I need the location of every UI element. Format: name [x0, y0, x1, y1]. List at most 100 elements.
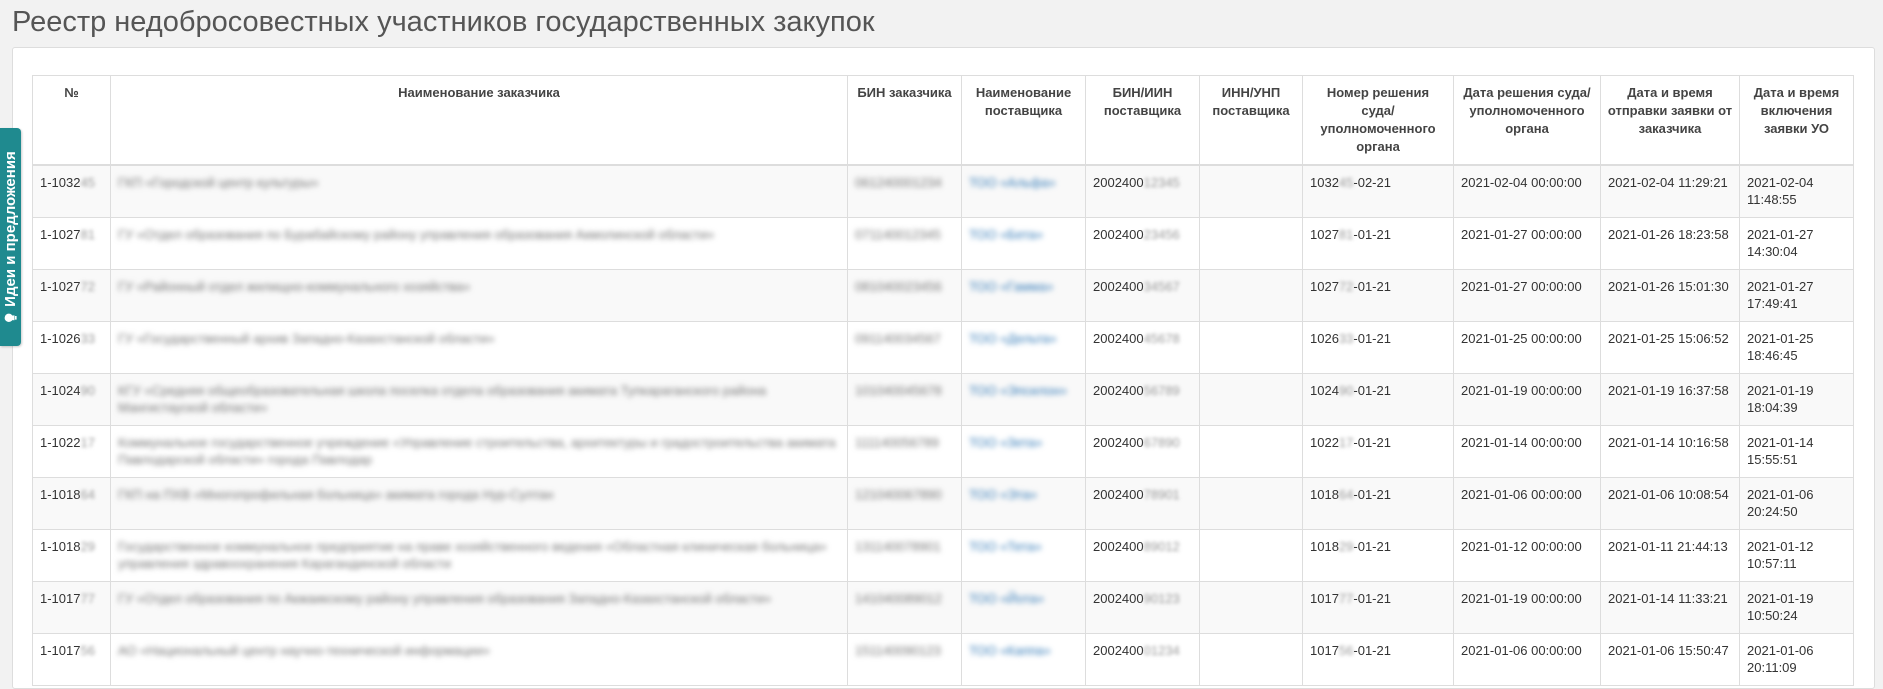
supplier-name-link[interactable]: ТОО «Дельта»: [969, 331, 1057, 346]
supplier-name-link[interactable]: ТОО «Альфа»: [969, 175, 1056, 190]
sent-datetime: 2021-01-19 16:37:58: [1608, 383, 1729, 398]
cell-included-datetime: 2021-01-12 10:57:11: [1739, 529, 1854, 582]
supplier-name-link[interactable]: ТОО «Эпсилон»: [969, 383, 1067, 398]
number-redacted: 64: [80, 487, 95, 502]
customer-bin-redacted: 091140034567: [855, 331, 941, 346]
table-row: 1-102633 ГУ «Государственный архив Западн…: [32, 321, 1854, 374]
column-header-supplier-inn[interactable]: ИНН/УНП поставщика: [1199, 75, 1303, 166]
cell-included-datetime: 2021-01-27 14:30:04: [1739, 217, 1854, 270]
cell-customer-name: Государственное коммунальное предприятие…: [110, 529, 848, 582]
included-time: 11:48:55: [1747, 192, 1797, 207]
cell-customer-bin: 091140034567: [847, 321, 962, 374]
cell-decision-date: 2021-01-06 00:00:00: [1453, 477, 1601, 530]
cell-decision-number: 102217-01-21: [1302, 425, 1454, 478]
column-header-customer-name[interactable]: Наименование заказчика: [110, 75, 848, 166]
included-date: 2021-01-27: [1747, 227, 1814, 242]
column-header-sent-datetime[interactable]: Дата и время отправки заявки от заказчик…: [1600, 75, 1740, 166]
cell-supplier-bin: 200240067890: [1085, 425, 1200, 478]
customer-name-redacted: АО «Национальный центр научно-техническо…: [118, 643, 490, 658]
supplier-name-link[interactable]: ТОО «Эта»: [969, 487, 1037, 502]
included-date: 2021-01-06: [1747, 487, 1814, 502]
cell-supplier-bin: 200240001234: [1085, 633, 1200, 686]
decision-date: 2021-01-14 00:00:00: [1461, 435, 1582, 450]
table-row: 1-101777 ГУ «Отдел образования по Акжаикс…: [32, 581, 1854, 634]
cell-supplier-inn: [1199, 633, 1303, 686]
included-date: 2021-01-19: [1747, 383, 1814, 398]
column-header-supplier-bin[interactable]: БИН/ИИН поставщика: [1085, 75, 1200, 166]
feedback-tab[interactable]: Идеи и предложения: [0, 128, 21, 346]
supplier-name-link[interactable]: ТОО «Бета»: [969, 227, 1043, 242]
decision-date: 2021-01-27 00:00:00: [1461, 279, 1582, 294]
number-redacted: 29: [80, 539, 95, 554]
sent-datetime: 2021-01-11 21:44:13: [1608, 539, 1728, 554]
supplier-name-link[interactable]: ТОО «Каппа»: [969, 643, 1051, 658]
sent-datetime: 2021-02-04 11:29:21: [1608, 175, 1728, 190]
sent-datetime: 2021-01-14 10:16:58: [1608, 435, 1729, 450]
cell-decision-number: 102490-01-21: [1302, 373, 1454, 426]
included-date: 2021-02-04: [1747, 175, 1814, 190]
included-date: 2021-01-25: [1747, 331, 1814, 346]
supplier-name-link[interactable]: ТОО «Тета»: [969, 539, 1042, 554]
cell-included-datetime: 2021-01-14 15:55:51: [1739, 425, 1854, 478]
decision-number-redacted: 90: [1338, 383, 1354, 398]
supplier-bin-redacted: 34567: [1143, 279, 1180, 294]
supplier-bin-visible: 2002400: [1093, 539, 1144, 554]
cell-supplier-bin: 200240012345: [1085, 164, 1200, 218]
customer-bin-redacted: 131140078901: [855, 539, 941, 554]
number-redacted: 90: [80, 383, 95, 398]
sent-datetime: 2021-01-06 15:50:47: [1608, 643, 1729, 658]
decision-number-redacted: 45: [1338, 175, 1354, 190]
column-header-included-datetime[interactable]: Дата и время включения заявки УО: [1739, 75, 1854, 166]
column-header-number[interactable]: №: [32, 75, 111, 166]
customer-name-redacted: Государственное коммунальное предприятие…: [118, 539, 827, 571]
cell-supplier-name: ТОО «Тета»: [961, 529, 1086, 582]
decision-number-redacted: 17: [1338, 435, 1354, 450]
cell-supplier-name: ТОО «Зета»: [961, 425, 1086, 478]
included-date: 2021-01-12: [1747, 539, 1814, 554]
supplier-bin-redacted: 89012: [1143, 539, 1180, 554]
supplier-bin-redacted: 78901: [1143, 487, 1180, 502]
table-row: 1-102781 ГУ «Отдел образования по Бурабай…: [32, 217, 1854, 270]
sent-datetime: 2021-01-25 15:06:52: [1608, 331, 1729, 346]
supplier-bin-visible: 2002400: [1093, 591, 1144, 606]
customer-name-redacted: КГУ «Средняя общеобразовательная школа п…: [118, 383, 767, 415]
number-visible: 1-1017: [40, 591, 81, 606]
included-date: 2021-01-14: [1747, 435, 1814, 450]
cell-number: 1-101756: [32, 633, 111, 686]
cell-decision-number: 102781-01-21: [1302, 217, 1454, 270]
cell-customer-bin: 061240001234: [847, 164, 962, 218]
sent-datetime: 2021-01-06 10:08:54: [1608, 487, 1729, 502]
decision-number-suffix: -02-21: [1353, 175, 1391, 190]
number-visible: 1-1026: [40, 331, 81, 346]
cell-supplier-bin: 200240090123: [1085, 581, 1200, 634]
page-title: Реестр недобросовестных участников госуд…: [12, 6, 875, 38]
supplier-name-link[interactable]: ТОО «Йота»: [969, 591, 1044, 606]
lightbulb-icon: [4, 313, 17, 322]
cell-customer-bin: 131140078901: [847, 529, 962, 582]
number-redacted: 17: [80, 435, 95, 450]
cell-number: 1-102781: [32, 217, 111, 270]
cell-number: 1-102772: [32, 269, 111, 322]
cell-sent-datetime: 2021-02-04 11:29:21: [1600, 164, 1740, 218]
column-header-customer-bin[interactable]: БИН заказчика: [847, 75, 962, 166]
supplier-name-link[interactable]: ТОО «Зета»: [969, 435, 1042, 450]
number-redacted: 77: [80, 591, 95, 606]
supplier-name-link[interactable]: ТОО «Гамма»: [969, 279, 1053, 294]
cell-supplier-name: ТОО «Альфа»: [961, 164, 1086, 218]
supplier-bin-redacted: 67890: [1143, 435, 1180, 450]
number-visible: 1-1018: [40, 539, 81, 554]
table-row: 1-101756 АО «Национальный центр научно-те…: [32, 633, 1854, 686]
decision-number-prefix: 1022: [1310, 435, 1339, 450]
column-header-supplier-name[interactable]: Наименование поставщика: [961, 75, 1086, 166]
decision-date: 2021-01-25 00:00:00: [1461, 331, 1582, 346]
column-header-decision-date[interactable]: Дата решения суда/ уполномоченного орган…: [1453, 75, 1601, 166]
table-row: 1-102490 КГУ «Средняя общеобразовательная…: [32, 373, 1854, 426]
customer-name-redacted: ГУ «Отдел образования по Акжаикскому рай…: [118, 591, 772, 606]
cell-supplier-bin: 200240023456: [1085, 217, 1200, 270]
number-visible: 1-1027: [40, 279, 81, 294]
cell-decision-date: 2021-01-27 00:00:00: [1453, 269, 1601, 322]
cell-customer-name: ГКП на ПХВ «Многопрофильная больница» ак…: [110, 477, 848, 530]
column-header-decision-number[interactable]: Номер решения суда/ уполномоченного орга…: [1302, 75, 1454, 166]
cell-decision-number: 102772-01-21: [1302, 269, 1454, 322]
supplier-bin-redacted: 01234: [1143, 643, 1180, 658]
